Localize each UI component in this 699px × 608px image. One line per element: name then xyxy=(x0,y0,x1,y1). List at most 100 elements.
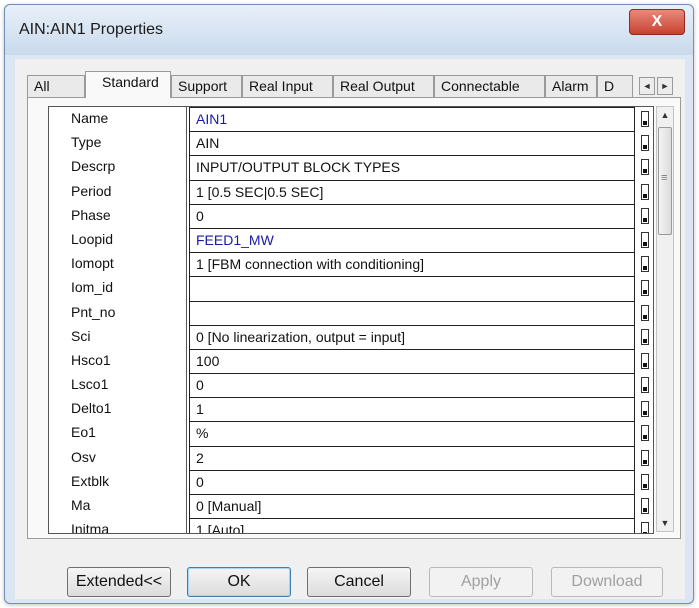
row-select-icon[interactable] xyxy=(641,159,649,176)
apply-button: Apply xyxy=(429,567,533,597)
property-value-field[interactable]: 100 xyxy=(189,348,635,374)
property-row-osv: Osv 2 xyxy=(49,445,653,470)
download-button: Download xyxy=(551,567,663,597)
property-label: Osv xyxy=(49,445,187,470)
property-row-type: Type AIN xyxy=(49,131,653,156)
row-select-icon[interactable] xyxy=(641,280,649,297)
property-row-eo1: Eo1 % xyxy=(49,421,653,446)
property-label: Type xyxy=(49,131,187,156)
row-select-icon[interactable] xyxy=(641,449,649,466)
property-value-field[interactable]: 0 [Manual] xyxy=(189,494,635,519)
property-value-field[interactable]: FEED1_MW xyxy=(189,227,635,253)
property-value-field[interactable]: 1 xyxy=(189,397,635,422)
property-value-field[interactable]: AIN1 xyxy=(189,107,635,132)
ok-button[interactable]: OK xyxy=(187,567,291,597)
title-bar[interactable]: AIN:AIN1 Properties X xyxy=(5,5,693,55)
property-value-field[interactable] xyxy=(189,276,635,301)
row-select-icon[interactable] xyxy=(641,304,649,321)
tab-scroll-left-icon[interactable]: ◄ xyxy=(639,77,655,95)
tab-all[interactable]: All xyxy=(27,75,85,97)
tab-strip: All Standard Support Real Input Real Out… xyxy=(27,71,677,98)
row-select-icon[interactable] xyxy=(641,256,649,273)
property-row-lsco1: Lsco1 0 xyxy=(49,373,653,398)
property-row-name: Name AIN1 xyxy=(49,107,653,132)
property-label: Eo1 xyxy=(49,421,187,446)
property-row-pnt-no: Pnt_no xyxy=(49,300,653,325)
property-value-field[interactable]: 1 [Auto] xyxy=(189,518,635,533)
property-value-field[interactable]: 0 xyxy=(189,469,635,494)
property-value-field[interactable]: 0 xyxy=(189,373,635,398)
property-value-field[interactable]: % xyxy=(189,421,635,446)
property-row-iomopt: Iomopt 1 [FBM connection with conditioni… xyxy=(49,252,653,277)
tab-real-input[interactable]: Real Input xyxy=(242,75,333,97)
property-row-ma: Ma 0 [Manual] xyxy=(49,494,653,519)
tab-alarm[interactable]: Alarm xyxy=(545,75,597,97)
row-select-icon[interactable] xyxy=(641,111,649,127)
property-label: Iom_id xyxy=(49,276,187,301)
tab-d[interactable]: D xyxy=(597,75,633,97)
property-value-field[interactable]: AIN xyxy=(189,131,635,156)
vertical-scrollbar[interactable]: ▲ ≡ ▼ xyxy=(656,106,674,532)
row-select-icon[interactable] xyxy=(641,207,649,224)
row-select-icon[interactable] xyxy=(641,352,649,369)
row-select-icon[interactable] xyxy=(641,401,649,418)
property-panel: Name AIN1 Type AIN Descrp INPUT/OUTPUT B… xyxy=(27,97,681,539)
scroll-up-icon[interactable]: ▲ xyxy=(657,107,673,123)
tab-support[interactable]: Support xyxy=(171,75,242,97)
property-label: Delto1 xyxy=(49,397,187,422)
row-select-icon[interactable] xyxy=(641,498,649,514)
cancel-button[interactable]: Cancel xyxy=(307,567,411,597)
property-label: Period xyxy=(49,179,187,204)
property-label: Iomopt xyxy=(49,252,187,277)
property-row-iom-id: Iom_id xyxy=(49,276,653,301)
close-button[interactable]: X xyxy=(629,9,685,35)
property-row-extblk: Extblk 0 xyxy=(49,469,653,494)
property-label: Descrp xyxy=(49,155,187,180)
property-row-sci: Sci 0 [No linearization, output = input] xyxy=(49,324,653,349)
property-label: Phase xyxy=(49,203,187,228)
property-value-field[interactable]: 1 [FBM connection with conditioning] xyxy=(189,252,635,277)
tab-real-output[interactable]: Real Output xyxy=(333,75,434,97)
property-label: Lsco1 xyxy=(49,373,187,398)
property-value-field[interactable]: 0 [No linearization, output = input] xyxy=(189,324,635,349)
property-label: Initma xyxy=(49,518,187,533)
property-label: Pnt_no xyxy=(49,300,187,325)
property-row-hsco1: Hsco1 100 xyxy=(49,348,653,374)
property-label: Ma xyxy=(49,494,187,519)
property-row-delto1: Delto1 1 xyxy=(49,397,653,422)
tab-connectable[interactable]: Connectable xyxy=(434,75,545,97)
row-select-icon[interactable] xyxy=(641,377,649,394)
row-select-icon[interactable] xyxy=(641,473,649,490)
dialog-body: All Standard Support Real Input Real Out… xyxy=(15,59,685,599)
window-title: AIN:AIN1 Properties xyxy=(19,21,164,38)
property-label: Hsco1 xyxy=(49,348,187,374)
property-row-descrp: Descrp INPUT/OUTPUT BLOCK TYPES xyxy=(49,155,653,180)
row-select-icon[interactable] xyxy=(641,183,649,200)
property-label: Loopid xyxy=(49,227,187,253)
property-value-field[interactable]: 1 [0.5 SEC|0.5 SEC] xyxy=(189,179,635,204)
property-value-field[interactable]: 2 xyxy=(189,445,635,470)
row-select-icon[interactable] xyxy=(641,231,649,248)
grip-icon: ≡ xyxy=(661,172,668,184)
property-label: Extblk xyxy=(49,469,187,494)
properties-window: AIN:AIN1 Properties X All Standard Suppo… xyxy=(4,4,694,604)
tab-standard[interactable]: Standard xyxy=(85,71,171,98)
row-select-icon[interactable] xyxy=(641,328,649,345)
tab-scroll-right-icon[interactable]: ► xyxy=(657,77,673,95)
property-label: Name xyxy=(49,107,187,132)
row-select-icon[interactable] xyxy=(641,522,649,533)
scroll-down-icon[interactable]: ▼ xyxy=(657,515,673,531)
row-select-icon[interactable] xyxy=(641,135,649,152)
property-row-loopid: Loopid FEED1_MW xyxy=(49,227,653,253)
property-row-period: Period 1 [0.5 SEC|0.5 SEC] xyxy=(49,179,653,204)
property-grid: Name AIN1 Type AIN Descrp INPUT/OUTPUT B… xyxy=(48,106,654,534)
scroll-thumb[interactable]: ≡ xyxy=(658,127,672,235)
property-label: Sci xyxy=(49,324,187,349)
row-select-icon[interactable] xyxy=(641,425,649,442)
property-row-initma: Initma 1 [Auto] xyxy=(49,518,653,533)
property-value-field[interactable] xyxy=(189,300,635,325)
property-value-field[interactable]: INPUT/OUTPUT BLOCK TYPES xyxy=(189,155,635,180)
extended-button[interactable]: Extended<< xyxy=(67,567,171,597)
property-row-phase: Phase 0 xyxy=(49,203,653,228)
property-value-field[interactable]: 0 xyxy=(189,203,635,228)
